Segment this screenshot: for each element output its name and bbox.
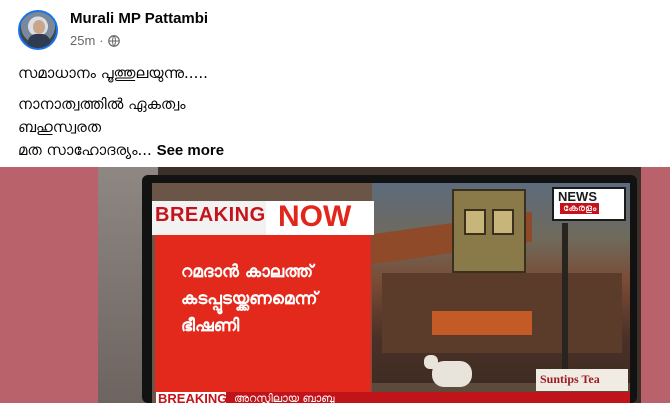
post-text: സമാധാനം പൂത്തുലയുന്നു..... നാനാത്വത്തിൽ … [18,62,648,162]
headline: റമദാൻ കാലത്ത് കടപ്പൂടയ്ക്കണമെന്ന് ഭീഷണി [181,259,357,340]
post-line-1: സമാധാനം പൂത്തുലയുന്നു..... [18,64,208,82]
channel-logo: NEWS കേരളം [552,187,626,221]
news-ticker: അറസ്റ്റിലായ ബാബു [226,392,630,403]
meta-separator: · [99,33,104,48]
headline-line-2: കടപ്പൂടയ്ക്കണമെന്ന് [181,289,318,309]
sponsor-tag: Suntips Tea [536,369,628,391]
awning [432,311,532,335]
post-header: Murali MP Pattambi 25m · [0,0,670,58]
post-line-3: ബഹുസ്വരത [18,118,102,136]
channel-logo-top: NEWS [558,189,597,204]
author-name[interactable]: Murali MP Pattambi [70,10,208,27]
window [492,209,514,235]
channel-logo-bottom: കേരളം [560,203,600,214]
avatar[interactable] [18,10,58,50]
avatar-body [28,34,50,48]
sponsor-label: Suntips Tea [540,372,600,386]
facebook-post: Murali MP Pattambi 25m · സമാധാനം പൂത്തുല… [0,0,670,403]
breaking-banner: BREAKING NOW [152,200,374,235]
now-box: NOW [266,200,374,235]
breaking-label: BREAKING [155,204,266,226]
post-time[interactable]: 25m [70,33,95,48]
goat-head [424,355,438,369]
bottom-breaking-label: BREAKING [158,391,228,403]
ticker-text: അറസ്റ്റിലായ ബാബു [234,392,335,403]
now-label: NOW [278,200,352,233]
window [464,209,486,235]
post-line-4: മത സാഹോദര്യം... See more [18,139,648,162]
avatar-face [33,20,45,34]
tv-photo: BREAKING NOW റമദാൻ കാലത്ത് കടപ്പൂടയ്ക്കണ… [98,167,641,403]
post-meta: 25m · [70,33,120,48]
goat [432,361,472,387]
headline-line-1: റമദാൻ കാലത്ത് [181,262,314,282]
post-line-2: നാനാത്വത്തിൽ ഏകത്വം [18,95,186,113]
house [452,189,526,273]
post-line-4-text: മത സാഹോദര്യം... [18,141,152,159]
tv-screen: BREAKING NOW റമദാൻ കാലത്ത് കടപ്പൂടയ്ക്കണ… [152,183,630,403]
see-more-link[interactable]: See more [157,142,225,159]
bottom-breaking-tag: BREAKING [156,391,228,403]
globe-icon[interactable] [107,34,120,47]
headline-panel: റമദാൻ കാലത്ത് കടപ്പൂടയ്ക്കണമെന്ന് ഭീഷണി [155,235,371,392]
headline-line-3: ഭീഷണി [181,316,240,336]
pole [562,223,568,393]
post-photo[interactable]: BREAKING NOW റമദാൻ കാലത്ത് കടപ്പൂടയ്ക്കണ… [0,167,670,403]
